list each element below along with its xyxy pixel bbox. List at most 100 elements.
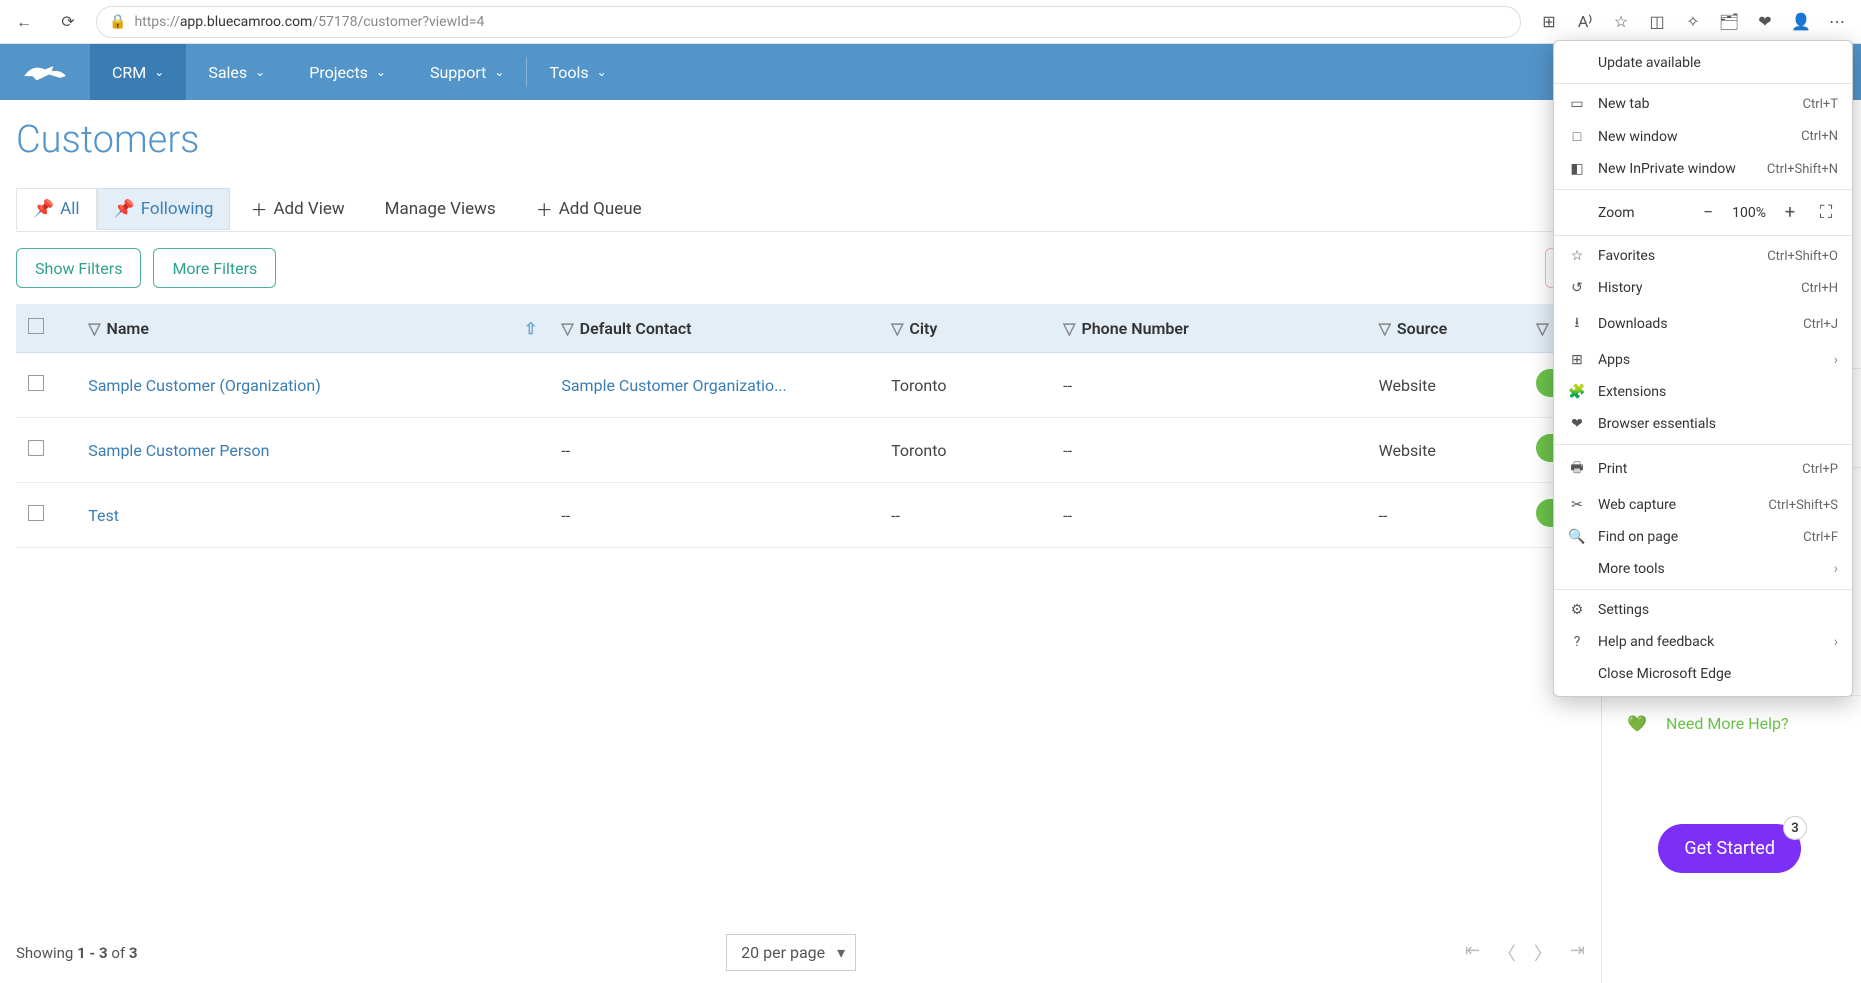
rp-item-label: Need More Help? [1666,714,1789,733]
ctx-item-label: Print [1598,461,1790,477]
nav-support[interactable]: Support [408,44,527,100]
ctx-shortcut: Ctrl+F [1803,530,1838,545]
row-checkbox[interactable] [28,440,44,456]
nav-sales[interactable]: Sales [186,44,287,100]
sort-asc-icon[interactable]: ⇧ [524,319,537,338]
ctx-update[interactable]: Update available [1554,47,1852,79]
ctx-separator [1554,83,1852,84]
chevron-right-icon: › [1834,352,1838,368]
filter-icon[interactable]: ▽ [891,319,903,338]
tab-following[interactable]: 📌Following [97,188,231,230]
zoom-out-button[interactable]: − [1696,202,1720,223]
ctx-item[interactable]: 🖶PrintCtrl+P [1554,449,1852,489]
address-bar[interactable]: 🔒 https://app.bluecamroo.com/57178/custo… [96,6,1521,38]
ctx-item[interactable]: 🧩Extensions [1554,376,1852,408]
row-checkbox[interactable] [28,505,44,521]
ctx-item-label: Apps [1598,352,1822,368]
extensions-icon[interactable]: ⊞ [1533,6,1565,38]
ctx-item-icon: ⊞ [1568,352,1586,368]
ctx-item[interactable]: Close Microsoft Edge [1554,658,1852,690]
page-last-icon[interactable]: ⇥ [1570,940,1585,966]
customer-link[interactable]: Sample Customer (Organization) [88,376,321,395]
ctx-item[interactable]: ✂Web captureCtrl+Shift+S [1554,489,1852,521]
col-phone[interactable]: Phone Number [1081,319,1188,338]
cell-phone: -- [1051,353,1366,418]
cell-city: Toronto [879,418,1051,483]
page-prev-icon[interactable]: 〈 [1498,940,1516,966]
pager: ⇤ 〈 〉 ⇥ [1465,940,1585,966]
ctx-separator [1554,235,1852,236]
essentials-icon[interactable]: ❤ [1749,6,1781,38]
customer-link[interactable]: Sample Customer Person [88,441,269,460]
browser-toolbar: ← ⟳ 🔒 https://app.bluecamroo.com/57178/c… [0,0,1861,44]
filter-icon[interactable]: ▽ [1063,319,1075,338]
read-aloud-icon[interactable]: A⁾ [1569,6,1601,38]
fullscreen-icon[interactable]: ⛶ [1814,202,1838,223]
add-queue-button[interactable]: ＋Add Queue [516,186,662,231]
ctx-item[interactable]: More tools› [1554,553,1852,585]
nav-crm[interactable]: CRM [90,44,186,100]
ctx-item[interactable]: ☆FavoritesCtrl+Shift+O [1554,240,1852,272]
ctx-item-icon: ⚙ [1568,602,1586,618]
back-button[interactable]: ← [8,6,40,38]
ctx-item-icon: □ [1568,128,1586,145]
url-text: https://app.bluecamroo.com/57178/custome… [134,14,484,30]
collections-icon[interactable]: 🗂 [1713,6,1745,38]
filter-icon[interactable]: ▽ [1379,319,1391,338]
col-city[interactable]: City [909,319,937,338]
ctx-item-label: Favorites [1598,248,1755,264]
get-started-badge: 3 [1783,816,1807,840]
pin-icon: 📌 [33,199,54,219]
ctx-separator [1554,444,1852,445]
rp-item[interactable]: 💚 Need More Help? [1602,702,1861,745]
zoom-in-button[interactable]: + [1778,202,1802,223]
per-page-select[interactable]: 20 per page [726,934,856,971]
get-started-button[interactable]: Get Started 3 [1658,824,1801,873]
favorites-bar-icon[interactable]: ✧ [1677,6,1709,38]
browser-context-menu: Update available ▭New tabCtrl+T□New wind… [1553,40,1853,697]
ctx-item[interactable]: ⊞ Apps › [1554,344,1852,376]
ctx-item[interactable]: ◧New InPrivate windowCtrl+Shift+N [1554,153,1852,185]
refresh-button[interactable]: ⟳ [52,6,84,38]
ctx-item[interactable]: ?Help and feedback› [1554,626,1852,658]
more-filters-button[interactable]: More Filters [153,248,276,288]
filter-icon[interactable]: ▽ [1536,319,1548,338]
app-logo[interactable] [0,44,90,100]
col-source[interactable]: Source [1397,319,1447,338]
ctx-shortcut: Ctrl+J [1803,317,1838,332]
ctx-item[interactable]: ⭳DownloadsCtrl+J [1554,304,1852,344]
show-filters-button[interactable]: Show Filters [16,248,141,288]
nav-projects[interactable]: Projects [287,44,408,100]
filters-row: Show Filters More Filters 🗑 [16,232,1585,304]
split-screen-icon[interactable]: ◫ [1641,6,1673,38]
ctx-item-label: More tools [1598,561,1822,577]
nav-tools[interactable]: Tools [527,44,628,100]
ctx-item[interactable]: 🔍Find on pageCtrl+F [1554,521,1852,553]
page-first-icon[interactable]: ⇤ [1465,940,1480,966]
manage-views-button[interactable]: Manage Views [365,189,516,229]
contact-link[interactable]: Sample Customer Organizatio... [561,376,786,395]
customer-link[interactable]: Test [88,506,119,525]
filter-icon[interactable]: ▽ [561,319,573,338]
col-default-contact[interactable]: Default Contact [580,319,692,338]
select-all-checkbox[interactable] [28,318,44,334]
col-name[interactable]: Name [107,319,149,338]
row-checkbox[interactable] [28,375,44,391]
page-next-icon[interactable]: 〉 [1534,940,1552,966]
ctx-zoom-label: Zoom [1598,205,1684,221]
profile-icon[interactable]: 👤 [1785,6,1817,38]
tab-all[interactable]: 📌All [16,188,97,230]
add-view-button[interactable]: ＋Add View [230,186,364,231]
ctx-item[interactable]: □New windowCtrl+N [1554,120,1852,153]
ctx-item[interactable]: ⚙Settings [1554,594,1852,626]
ctx-item[interactable]: ▭New tabCtrl+T [1554,88,1852,120]
filter-icon[interactable]: ▽ [88,319,100,338]
rp-item-icon: 💚 [1626,714,1648,733]
ctx-item-icon: ⭳ [1568,312,1586,336]
favorite-star-icon[interactable]: ☆ [1605,6,1637,38]
ctx-item[interactable]: ❤Browser essentials [1554,408,1852,440]
more-menu-button[interactable]: ⋯ [1821,6,1853,38]
cell-source: Website [1367,418,1525,483]
ctx-shortcut: Ctrl+T [1803,97,1838,112]
ctx-item[interactable]: ↺HistoryCtrl+H [1554,272,1852,304]
